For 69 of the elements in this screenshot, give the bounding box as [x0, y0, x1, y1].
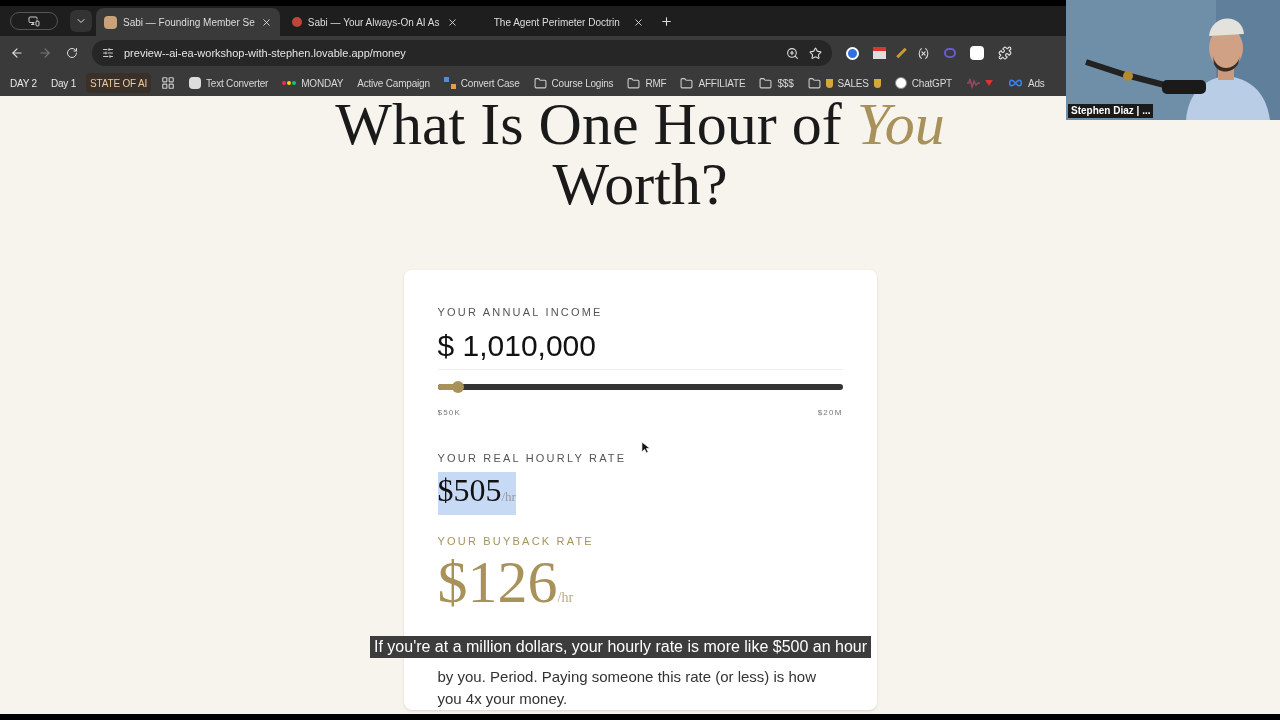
browser-tab[interactable]: The Agent Perimeter Doctrin: [469, 8, 652, 36]
cursor-icon: [641, 441, 650, 454]
function-icon[interactable]: [917, 46, 930, 60]
browser-tab[interactable]: Sabi — Founding Member Se: [96, 8, 280, 36]
folder-icon: [759, 76, 773, 90]
slider-min-label: $50K: [437, 406, 461, 419]
bookmark[interactable]: Convert Case: [439, 73, 524, 93]
url-text: preview--ai-ea-workshop-with-stephen.lovable.app/money: [124, 45, 407, 61]
folder-icon: [627, 76, 641, 90]
monday-logo-icon: [282, 79, 297, 87]
field-label: YOUR ANNUAL INCOME: [437, 305, 604, 320]
hourly-rate-value: $505/hr: [437, 472, 516, 515]
bookmark[interactable]: STATE OF AI: [86, 73, 151, 93]
bookmark[interactable]: Course Logins: [529, 73, 618, 93]
income-field[interactable]: $ 1,010,000: [437, 326, 843, 370]
bookmark[interactable]: Ads: [1004, 73, 1049, 93]
new-tab-icon[interactable]: [659, 15, 673, 28]
close-icon[interactable]: [260, 16, 272, 28]
forward-icon[interactable]: [38, 46, 52, 60]
close-icon[interactable]: [446, 16, 458, 28]
extension-icon[interactable]: [970, 46, 984, 60]
slider-max-label: $20M: [817, 406, 843, 419]
money-bag-icon: [873, 78, 881, 88]
buyback-rate-value: $126/hr: [437, 551, 574, 617]
bookmark[interactable]: $$$: [755, 73, 798, 93]
bookmark[interactable]: RMF: [623, 73, 671, 93]
slider-thumb[interactable]: [451, 380, 464, 393]
bookmark[interactable]: Active Campaign: [353, 73, 434, 93]
field-label: YOUR REAL HOURLY RATE: [437, 450, 628, 466]
bookmark[interactable]: ChatGPT: [890, 73, 957, 93]
participant-name: Stephen Diaz | ...: [1068, 104, 1154, 118]
bookmark[interactable]: MONDAY: [278, 73, 348, 93]
bookmark[interactable]: AFFILIATE: [676, 73, 750, 93]
extensions-icon[interactable]: [998, 46, 1012, 60]
chatgpt-logo-icon: [894, 77, 907, 89]
tab-title: The Agent Perimeter Doctrin: [492, 15, 621, 30]
address-field[interactable]: preview--ai-ea-workshop-with-stephen.lovable.app/money: [92, 40, 832, 66]
broom-icon[interactable]: [896, 47, 907, 59]
zoom-icon[interactable]: [786, 46, 799, 60]
folder-icon: [533, 76, 547, 90]
password-manager-icon[interactable]: [846, 46, 859, 60]
site-settings-icon[interactable]: [102, 47, 114, 59]
page-heading: What Is One Hour of You Worth?: [334, 96, 946, 214]
tab-title: Sabi — Founding Member Se: [123, 15, 255, 30]
caption: If you're at a million dollars, your hourly rate is more like $500 an hour: [370, 636, 872, 658]
screen-icon: [28, 15, 40, 27]
favicon-icon: [291, 17, 302, 27]
slider-track[interactable]: [437, 383, 843, 390]
close-icon[interactable]: [632, 16, 644, 28]
folder-icon: [807, 76, 821, 90]
calendar-icon[interactable]: [873, 47, 886, 59]
app-icon: [189, 77, 201, 89]
field-label: YOUR BUYBACK RATE: [437, 534, 595, 549]
money-bag-icon: [825, 78, 833, 88]
tab-title: Sabi — Your Always-On AI As: [307, 15, 441, 30]
favicon-icon: [104, 15, 117, 29]
apps-grid-icon[interactable]: [161, 76, 175, 90]
bookmark[interactable]: Text Converter: [185, 73, 273, 93]
bookmark-star-icon[interactable]: [809, 46, 822, 60]
tab-list-button[interactable]: [70, 10, 92, 32]
bookmark[interactable]: SALES: [803, 73, 885, 93]
back-icon[interactable]: [10, 46, 24, 60]
infinity-logo-icon: [1008, 79, 1024, 87]
waveform-icon[interactable]: [966, 77, 995, 89]
reload-icon[interactable]: [66, 47, 78, 59]
explanation-text: by you. Period. Paying someone this rate (or less) is how you 4x your money.: [437, 666, 817, 709]
convert-case-icon: [443, 77, 456, 89]
folder-icon: [680, 76, 694, 90]
browser-tab[interactable]: Sabi — Your Always-On AI As: [283, 8, 466, 36]
